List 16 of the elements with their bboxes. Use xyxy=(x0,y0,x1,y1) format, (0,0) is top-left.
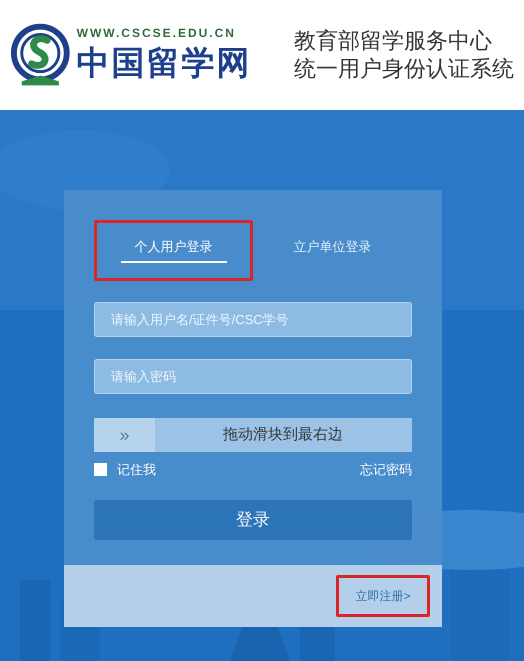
system-title: 统一用户身份认证系统 xyxy=(294,55,514,83)
site-name: 中国留学网 xyxy=(76,42,253,84)
login-tab[interactable]: 立户单位登录 xyxy=(280,237,386,263)
remember-me-label: 记住我 xyxy=(117,461,156,479)
site-url: WWW.CSCSE.EDU.CN xyxy=(76,25,237,41)
system-title: 教育部留学服务中心 xyxy=(294,27,493,55)
input-field[interactable]: 请输入密码 xyxy=(94,359,412,394)
logo-icon xyxy=(10,22,71,88)
input-field[interactable]: 请输入用户名/证件号/CSC学号 xyxy=(94,302,412,337)
register-link[interactable]: 立即注册> xyxy=(355,586,410,604)
slider-label: 拖动滑块到最右边 xyxy=(223,424,343,445)
checkbox[interactable] xyxy=(94,463,107,476)
slider-handle[interactable]: » xyxy=(94,418,155,452)
login-button[interactable]: 登录 xyxy=(94,500,412,540)
forgot-password-link[interactable]: 忘记密码 xyxy=(360,460,412,480)
login-tab[interactable]: 个人用户登录 xyxy=(120,237,226,263)
